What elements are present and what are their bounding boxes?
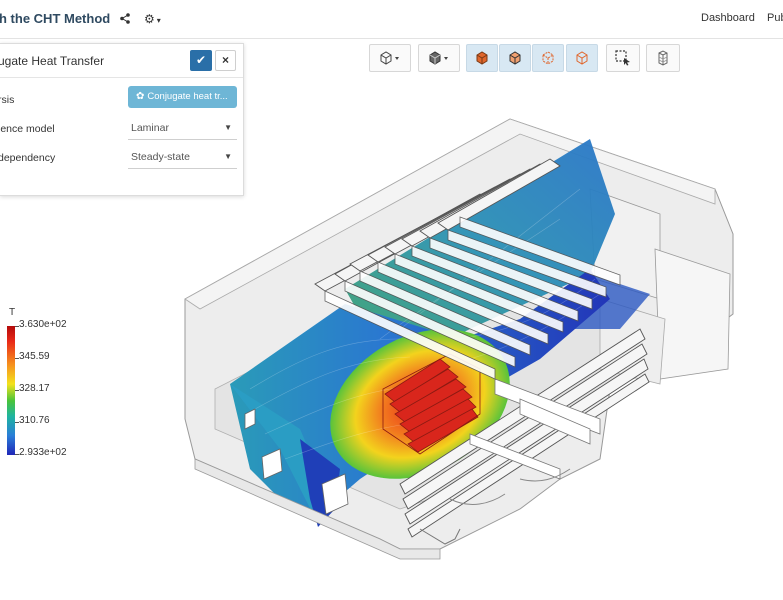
selection-cursor-icon: [615, 50, 630, 66]
cht-setup-panel: ugate Heat Transfer ✔ × rsis ✿Conjugate …: [0, 43, 244, 196]
time-dependency-select[interactable]: Steady-state ▼: [128, 146, 237, 169]
legend-title: T: [9, 307, 16, 318]
panel-header: ugate Heat Transfer ✔ ×: [0, 44, 243, 78]
cube-colored-icon: [476, 51, 488, 65]
cube-stack-icon: [658, 50, 668, 66]
confirm-button[interactable]: ✔: [190, 50, 212, 71]
analysis-type-value: Conjugate heat tr...: [147, 91, 228, 102]
box-select-button[interactable]: [606, 44, 640, 72]
legend-label: 310.76: [19, 415, 50, 426]
legend-label: 328.17: [19, 383, 50, 394]
dashboard-link[interactable]: Dashboard: [701, 12, 755, 24]
public-projects-link[interactable]: Pub: [767, 12, 783, 24]
render-mode-button[interactable]: [418, 44, 460, 72]
surface-edges-view-button[interactable]: [499, 44, 531, 72]
turbulence-model-label: lence model: [0, 123, 55, 135]
hide-parts-button[interactable]: [646, 44, 680, 72]
cube-transparent-icon: [576, 51, 588, 65]
solid-view-button[interactable]: [466, 44, 498, 72]
analysis-type-label: rsis: [0, 94, 15, 106]
caret-down-icon: ▼: [224, 152, 232, 161]
view-orientation-button[interactable]: [369, 44, 411, 72]
time-dependency-label: dependency: [0, 152, 56, 164]
cube-outline-icon: [380, 51, 399, 65]
close-button[interactable]: ×: [215, 50, 236, 71]
wireframe-view-button[interactable]: [532, 44, 564, 72]
gear-icon[interactable]: ⚙ ▾: [144, 12, 161, 26]
caret-down-icon: ▼: [224, 123, 232, 132]
cubes-icon: ✿: [136, 91, 145, 102]
project-title: h the CHT Method: [0, 11, 111, 26]
check-icon: ✔: [195, 53, 207, 67]
legend-min-label: 2.933e+02: [19, 447, 67, 458]
analysis-type-button[interactable]: ✿ Conjugate heat tr...: [128, 86, 237, 108]
turbulence-model-value: Laminar: [131, 122, 169, 134]
cube-solid-icon: [429, 51, 448, 65]
top-bar: h the CHT Method ⚙▾ Dashboard Pub: [0, 0, 783, 39]
time-dependency-value: Steady-state: [131, 151, 190, 163]
panel-title: ugate Heat Transfer: [0, 54, 105, 68]
temperature-colorbar: [7, 326, 15, 455]
cube-wireframe-icon: [542, 51, 554, 65]
legend-max-label: 3.630e+02: [19, 319, 67, 330]
turbulence-model-select[interactable]: Laminar ▼: [128, 117, 237, 140]
chevron-down-icon: ▾: [156, 16, 161, 25]
transparent-view-button[interactable]: [566, 44, 598, 72]
cube-edges-icon: [509, 51, 521, 65]
legend-label: 345.59: [19, 351, 50, 362]
share-icon[interactable]: [120, 13, 130, 24]
